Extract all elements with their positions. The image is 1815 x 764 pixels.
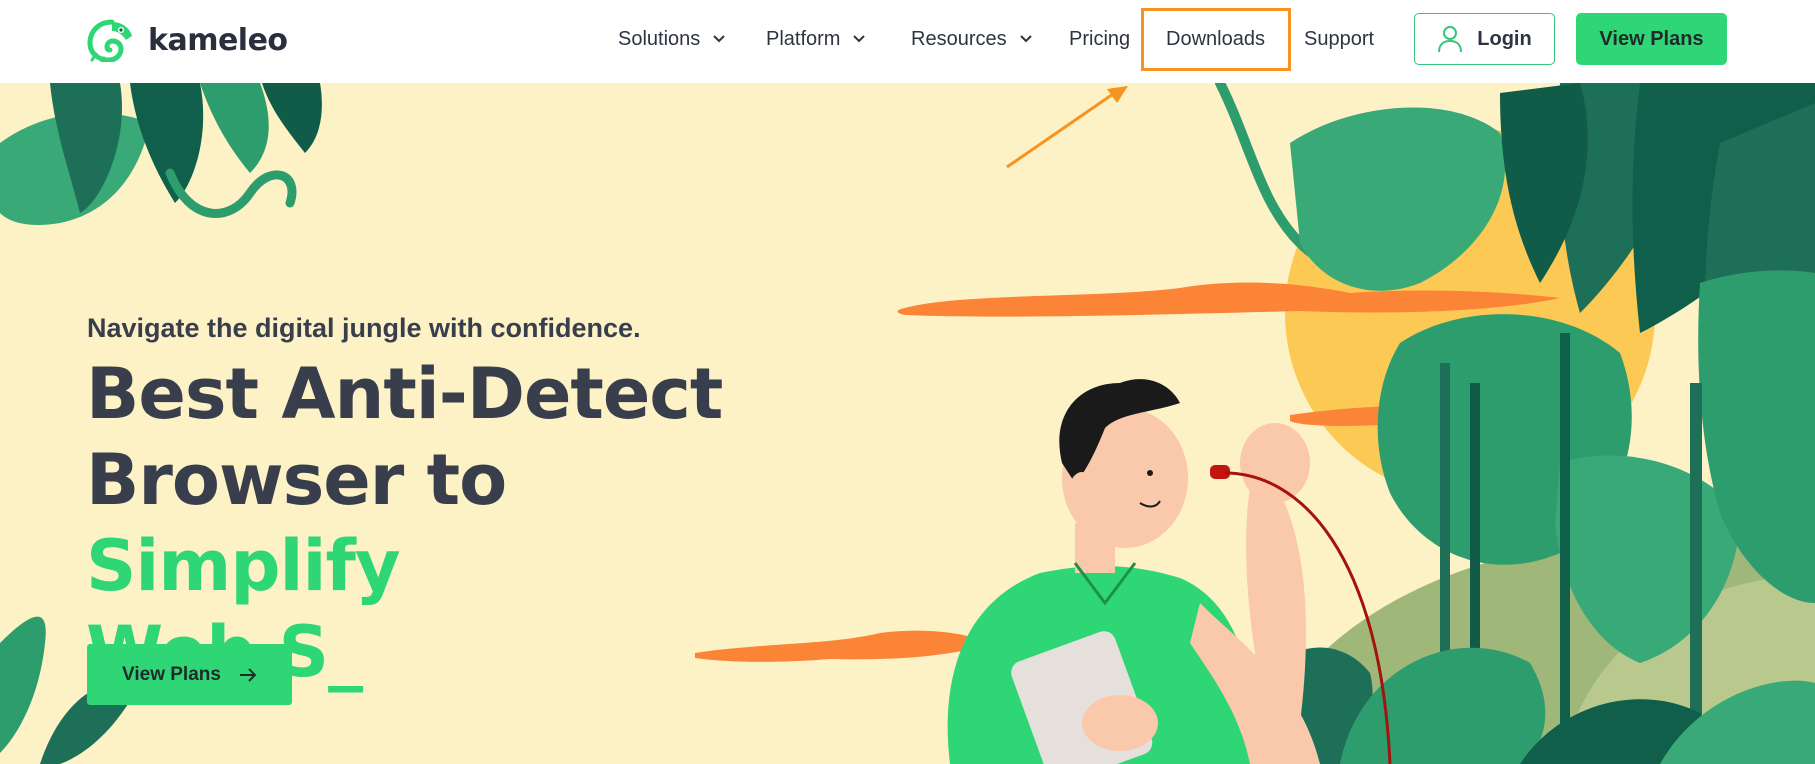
chevron-down-icon [713,35,725,43]
view-plans-label: View Plans [1599,27,1704,50]
site-header: kameleo Solutions Platform Resources Pri… [0,0,1815,83]
headline-line-1: Best Anti-Detect [86,353,723,435]
view-plans-header-button[interactable]: View Plans [1576,13,1727,65]
chameleon-logo-icon [87,19,132,62]
nav-platform[interactable]: Platform [766,24,866,54]
brand-logo[interactable]: kameleo [86,18,288,62]
hero-section: Navigate the digital jungle with confide… [0,83,1815,764]
arrow-right-icon [239,667,257,682]
hand-shape [1082,695,1158,751]
headline-dark-text: Browser to [86,439,507,521]
nav-resources[interactable]: Resources [911,24,1033,54]
nav-pricing[interactable]: Pricing [1069,24,1130,54]
login-button[interactable]: Login [1414,13,1555,65]
nav-label: Solutions [618,27,701,50]
nav-label: Pricing [1069,27,1131,50]
nav-label: Support [1304,27,1375,50]
nav-support[interactable]: Support [1304,24,1374,54]
ear-shape [1070,472,1094,504]
stem-shape [1690,383,1702,764]
headline-green-text: Simplify [86,525,401,607]
leaf-shape [262,83,322,153]
hero-tagline: Navigate the digital jungle with confide… [87,313,641,343]
brand-name: kameleo [148,22,288,58]
leaf-shape [0,616,46,753]
leaf-shape [200,83,269,173]
downloads-highlight-box [1141,8,1291,71]
stem-shape [1560,333,1570,764]
chevron-down-icon [1019,35,1032,43]
eye-shape [1147,470,1153,476]
user-icon [1438,26,1463,53]
annotation-arrow [1006,86,1128,169]
headline-line-2: Browser to Simplify [86,437,786,609]
chevron-down-icon [853,35,866,43]
view-plans-cta-button[interactable]: View Plans [87,644,292,705]
login-label: Login [1477,27,1532,50]
hand-shape [1240,423,1310,503]
cta-label: View Plans [122,663,221,685]
nav-label: Resources [911,27,1007,50]
nav-label: Platform [766,27,841,50]
nav-solutions[interactable]: Solutions [618,24,726,54]
